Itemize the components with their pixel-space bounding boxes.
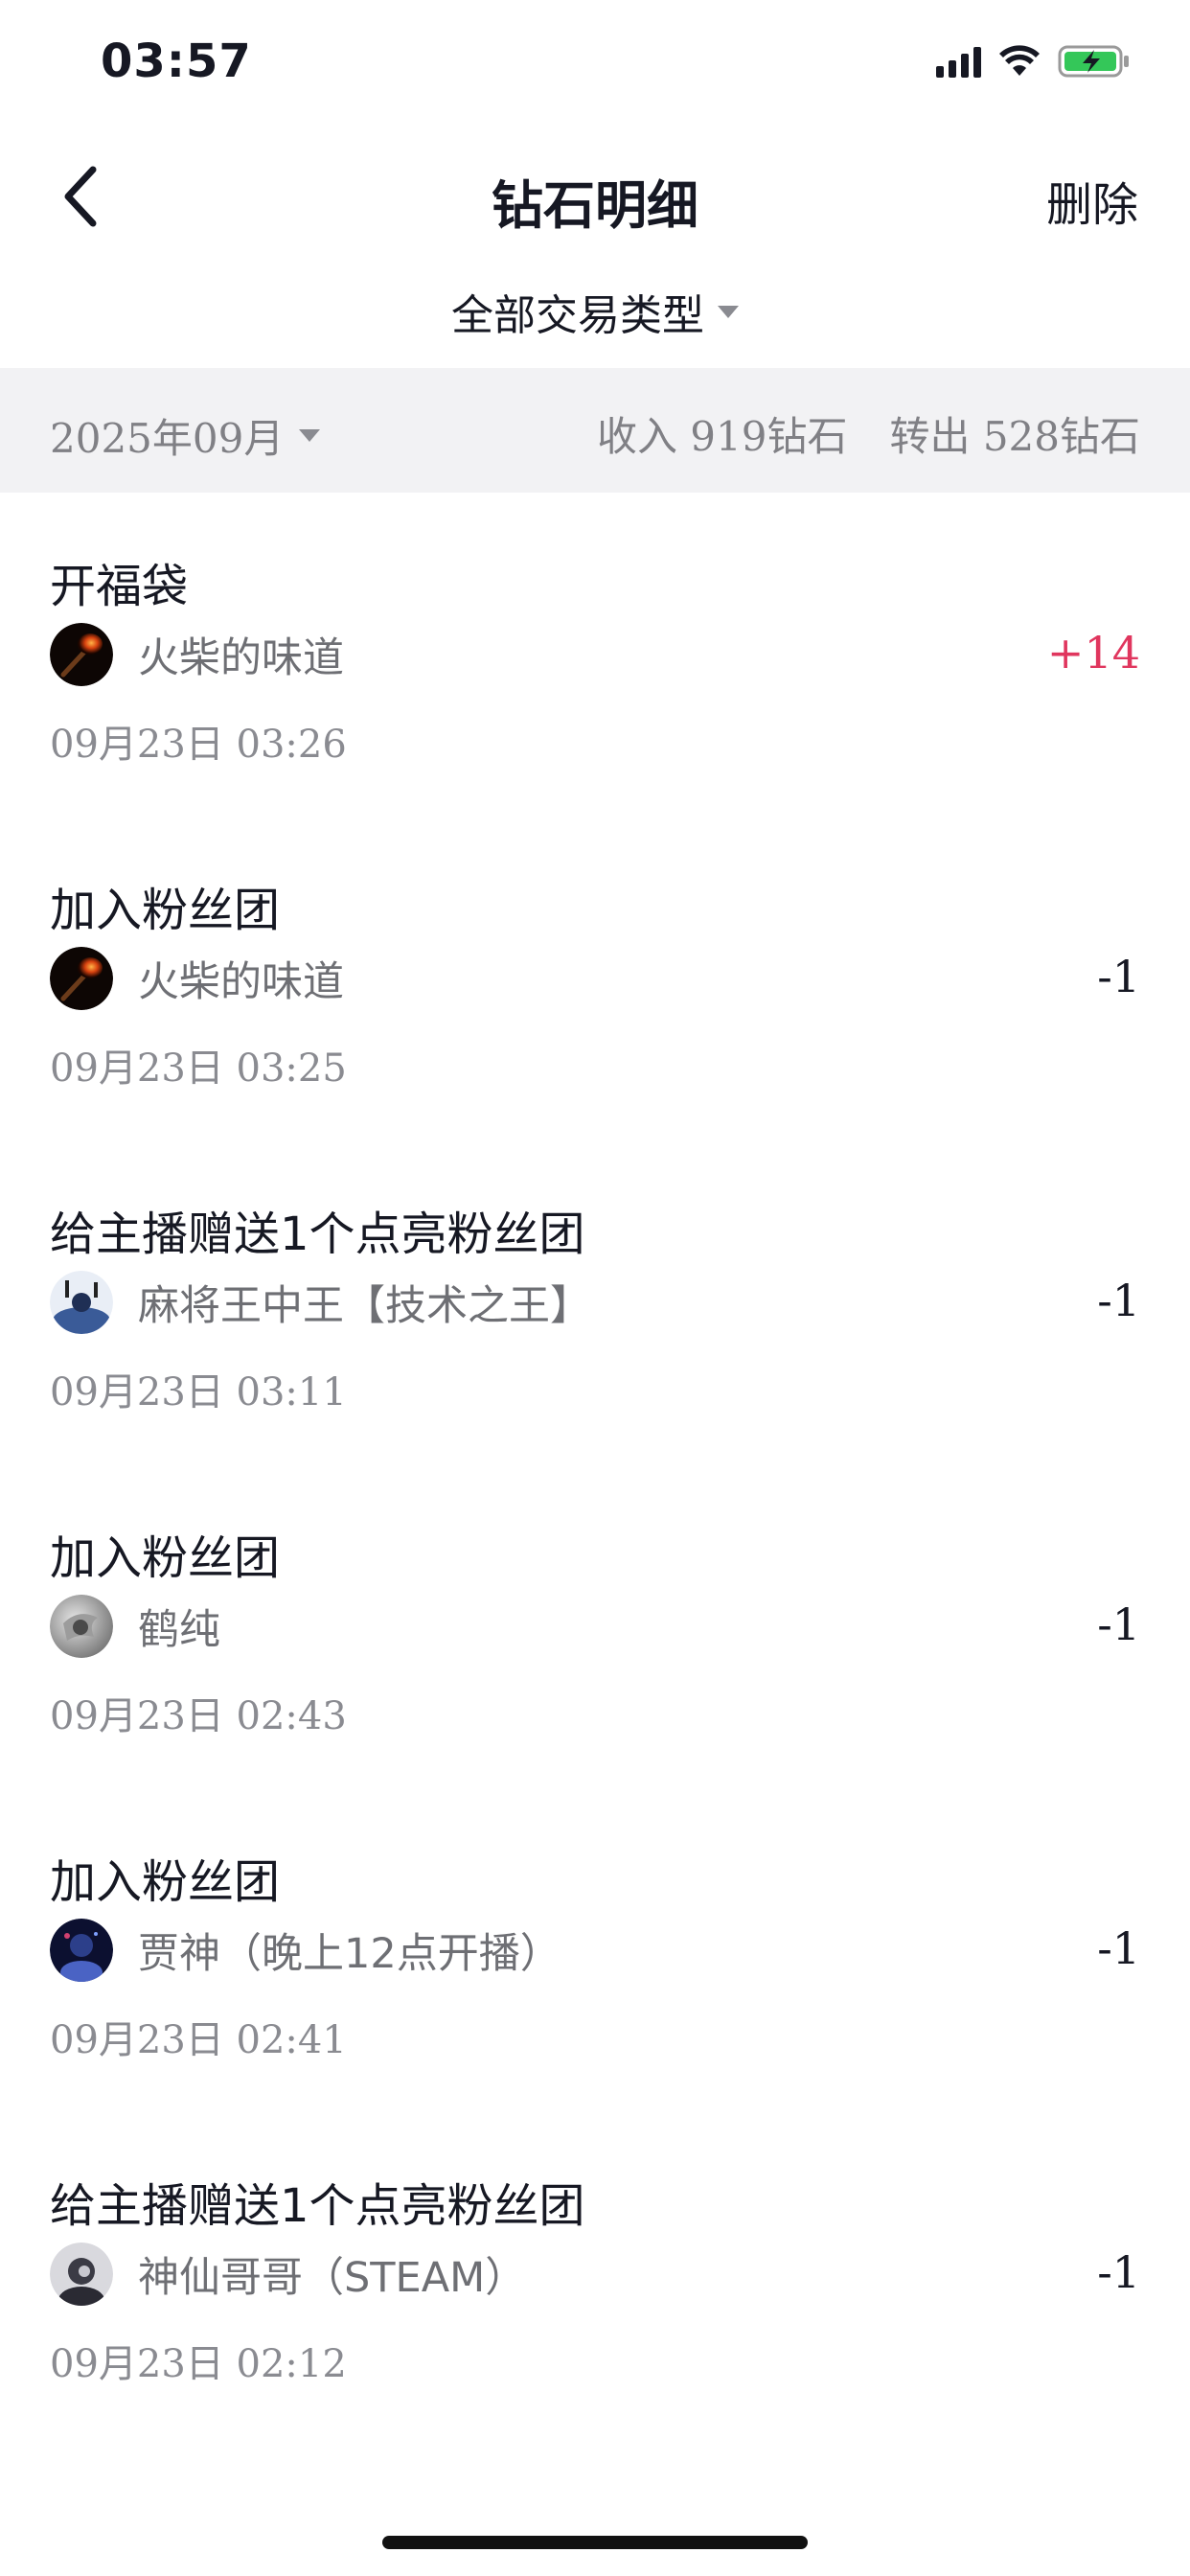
transaction-row[interactable]: 给主播赠送1个点亮粉丝团 麻将王中王【技术之王】 -1 09月23日 03:11 (0, 1140, 1190, 1464)
wifi-icon (999, 45, 1040, 76)
page-title: 钻石明细 (492, 175, 698, 236)
transaction-time: 09月23日 02:43 (50, 1694, 347, 1738)
user-name: 神仙哥哥（STEAM） (138, 2254, 527, 2302)
transaction-time: 09月23日 03:11 (50, 1370, 347, 1414)
dark-blue-avatar-icon (50, 1919, 113, 1982)
user-name: 麻将王中王【技术之王】 (138, 1282, 591, 1330)
transaction-user: 神仙哥哥（STEAM） (50, 2242, 526, 2306)
match-flame-avatar-icon (50, 623, 113, 686)
transaction-user: 火柴的味道 (50, 623, 344, 686)
transaction-row[interactable]: 加入粉丝团 鹤纯 -1 09月23日 02:43 (0, 1464, 1190, 1788)
transaction-title: 给主播赠送1个点亮粉丝团 (50, 1208, 585, 1261)
transaction-time: 09月23日 03:25 (50, 1046, 347, 1091)
transaction-amount: -1 (1097, 2246, 1140, 2298)
transaction-title: 加入粉丝团 (50, 1531, 281, 1585)
transaction-title: 加入粉丝团 (50, 884, 281, 937)
caret-down-icon (299, 429, 321, 442)
filter-label: 全部交易类型 (451, 291, 704, 340)
mahjong-king-avatar-icon (50, 1271, 113, 1334)
caret-down-icon (718, 305, 739, 318)
transaction-time: 09月23日 02:41 (50, 2018, 347, 2062)
status-bar: 03:57 (0, 0, 1190, 134)
outgo-total: 转出 528钻石 (889, 413, 1140, 460)
transaction-time: 09月23日 02:12 (50, 2342, 347, 2386)
status-icons (936, 44, 1131, 79)
user-name: 火柴的味道 (138, 634, 344, 682)
transaction-title: 加入粉丝团 (50, 1855, 281, 1909)
grey-portrait-avatar-icon (50, 1595, 113, 1658)
transaction-list: 开福袋 火柴的味道 +14 09月23日 03:26 加入粉丝团 火柴的味道 -… (0, 493, 1190, 2436)
transaction-title: 开福袋 (50, 560, 189, 613)
cellular-signal-icon (936, 45, 981, 78)
month-selector[interactable]: 2025年09月 (50, 406, 321, 465)
transaction-row[interactable]: 给主播赠送1个点亮粉丝团 神仙哥哥（STEAM） -1 09月23日 02:12 (0, 2112, 1190, 2436)
transaction-user: 鹤纯 (50, 1595, 220, 1658)
user-name: 鹤纯 (138, 1606, 220, 1654)
dark-portrait-avatar-icon (50, 2242, 113, 2306)
delete-button[interactable]: 删除 (1046, 167, 1138, 234)
transaction-amount: -1 (1097, 951, 1140, 1002)
transaction-user: 麻将王中王【技术之王】 (50, 1271, 591, 1334)
summary-bar: 2025年09月 收入 919钻石 转出 528钻石 (0, 368, 1190, 493)
user-name: 贾神（晚上12点开播） (138, 1930, 561, 1978)
transaction-type-filter[interactable]: 全部交易类型 (0, 273, 1190, 350)
income-total: 收入 919钻石 (596, 413, 848, 460)
user-name: 火柴的味道 (138, 958, 344, 1006)
match-flame-avatar-icon (50, 947, 113, 1010)
transaction-title: 给主播赠送1个点亮粉丝团 (50, 2179, 585, 2233)
month-label: 2025年09月 (50, 415, 285, 462)
transaction-row[interactable]: 加入粉丝团 火柴的味道 -1 09月23日 03:25 (0, 816, 1190, 1140)
transaction-time: 09月23日 03:26 (50, 723, 347, 767)
transaction-amount: +14 (1046, 627, 1140, 678)
navigation-bar: 钻石明细 删除 (0, 134, 1190, 259)
totals: 收入 919钻石 转出 528钻石 (597, 404, 1140, 463)
battery-charging-icon (1058, 45, 1129, 78)
transaction-user: 火柴的味道 (50, 947, 344, 1010)
transaction-amount: -1 (1097, 1598, 1140, 1650)
status-time: 03:57 (101, 34, 252, 88)
transaction-amount: -1 (1097, 1275, 1140, 1326)
transaction-row[interactable]: 加入粉丝团 贾神（晚上12点开播） -1 09月23日 02:41 (0, 1788, 1190, 2112)
transaction-amount: -1 (1097, 1922, 1140, 1974)
home-indicator[interactable] (382, 2536, 808, 2549)
transaction-user: 贾神（晚上12点开播） (50, 1919, 561, 1982)
transaction-row[interactable]: 开福袋 火柴的味道 +14 09月23日 03:26 (0, 493, 1190, 816)
